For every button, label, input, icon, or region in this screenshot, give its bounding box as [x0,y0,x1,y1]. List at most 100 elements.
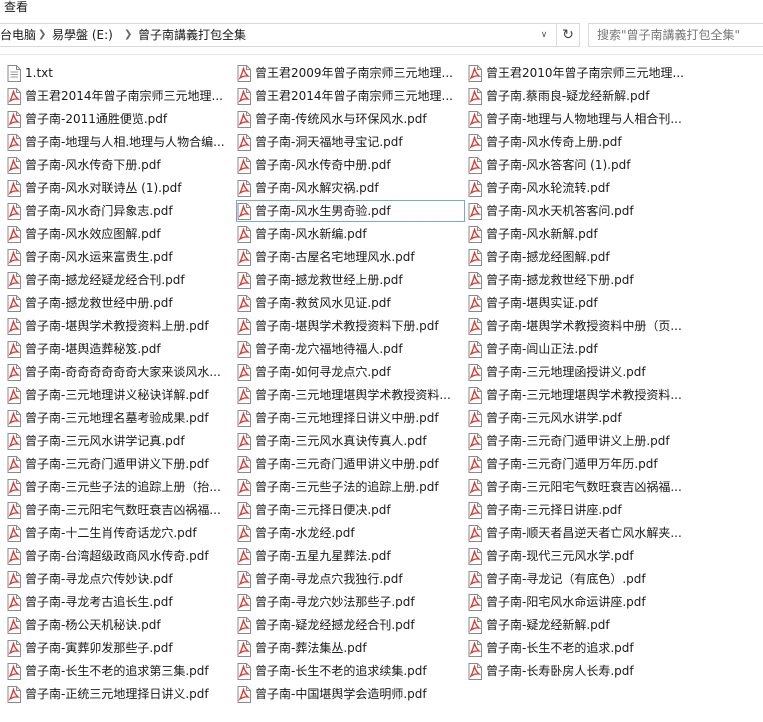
file-item[interactable]: 曾子南-奇奇奇奇奇奇大家来谈风水... [6,361,232,383]
file-item[interactable]: 曾子南-五星九星葬法.pdf [236,545,465,567]
file-item[interactable]: 曾王君2009年曾子南宗师三元地理... [236,62,465,84]
file-item[interactable]: 曾子南-地理与人物地理与人相合刊... [467,108,687,130]
file-item[interactable]: 曾子南-水龙经.pdf [236,522,465,544]
file-item[interactable]: 曾子南-葬法集丛.pdf [236,637,465,659]
file-item[interactable]: 曾子南-救贫风水见证.pdf [236,292,465,314]
file-item[interactable]: 曾子南-长生不老的追求.pdf [467,637,687,659]
file-item[interactable]: 曾子南-风水运来富贵生.pdf [6,246,232,268]
file-item[interactable]: 曾子南-古屋名宅地理风水.pdf [236,246,465,268]
file-item[interactable]: 曾子南-三元奇门遁甲讲义下册.pdf [6,453,232,475]
file-item[interactable]: 曾子南-三元地理择日讲义中册.pdf [236,407,465,429]
file-item[interactable]: 曾子南-风水奇门异象志.pdf [6,200,232,222]
file-item[interactable]: 曾子南-三元阳宅气数旺衰吉凶祸福... [6,499,232,521]
file-item[interactable]: 曾子南-闾山正法.pdf [467,338,687,360]
refresh-button[interactable]: ↻ [556,23,580,47]
file-name: 曾子南-传统风水与环保风水.pdf [255,112,427,126]
file-item[interactable]: 曾子南-寻龙点穴我独行.pdf [236,568,465,590]
chevron-down-icon[interactable]: ∨ [534,24,554,46]
pdf-file-icon [468,180,482,197]
file-item[interactable]: 曾子南-寅葬卯发那些子.pdf [6,637,232,659]
file-item[interactable]: 曾子南-风水新解.pdf [467,223,687,245]
file-item[interactable]: 曾子南-三元奇门遁甲万年历.pdf [467,453,687,475]
file-item[interactable]: 曾子南-堪舆学术教授资料中册（页... [467,315,687,337]
file-item[interactable]: 曾子南-风水轮流转.pdf [467,177,687,199]
file-item[interactable]: 曾子南-撼龙经疑龙经合刊.pdf [6,269,232,291]
file-item[interactable]: 曾子南-风水对联诗丛 (1).pdf [6,177,232,199]
file-item[interactable]: 曾子南-三元阳宅气数旺衰吉凶祸福... [467,476,687,498]
file-item[interactable]: 曾子南-龙穴福地待福人.pdf [236,338,465,360]
breadcrumb-current-folder[interactable]: 曾子南講義打包全集 [138,24,246,46]
file-item[interactable]: 曾子南-正统三元地理择日讲义.pdf [6,683,232,705]
menu-view[interactable]: 查看 [4,0,28,14]
file-item[interactable]: 曾子南-三元些子法的追踪上册（抬... [6,476,232,498]
file-item[interactable]: 曾子南.蔡雨良-疑龙经新解.pdf [467,85,687,107]
file-item[interactable]: 曾子南-风水天机答客问.pdf [467,200,687,222]
breadcrumb-separator-icon[interactable]: ❯ [38,24,46,46]
file-item[interactable]: 曾子南-台湾超级政商风水传奇.pdf [6,545,232,567]
breadcrumb-drive-e[interactable]: 易學盤 (E:) [52,24,113,46]
file-item[interactable]: 曾子南-三元些子法的追踪上册.pdf [236,476,465,498]
file-item[interactable]: 曾子南-寻龙点穴传妙诀.pdf [6,568,232,590]
address-bar[interactable]: 台电脑 ❯ 易學盤 (E:) ❯ 曾子南講義打包全集 ∨ [0,23,557,47]
file-item[interactable]: 曾子南-堪舆学术教授资料下册.pdf [236,315,465,337]
file-item[interactable]: 曾子南-寻龙记（有底色）.pdf [467,568,687,590]
file-item[interactable]: 曾子南-顺天者昌逆天者亡风水解夹... [467,522,687,544]
file-item[interactable]: 曾子南-长寿卧房人长寿.pdf [467,660,687,682]
file-item[interactable]: 曾子南-风水解灾祸.pdf [236,177,465,199]
file-item[interactable]: 1.txt [6,62,232,84]
file-name: 曾子南-堪舆学术教授资料中册（页... [486,319,682,333]
breadcrumb-this-pc[interactable]: 台电脑 [0,24,36,46]
file-item[interactable]: 曾子南-风水新编.pdf [236,223,465,245]
file-item[interactable]: 曾子南-风水传奇下册.pdf [6,154,232,176]
file-item[interactable]: 曾子南-三元择日便决.pdf [236,499,465,521]
file-item[interactable]: 曾子南-十二生肖传奇话龙穴.pdf [6,522,232,544]
file-item[interactable]: 曾子南-堪舆造葬秘笈.pdf [6,338,232,360]
file-item[interactable]: 曾子南-三元风水讲学记真.pdf [6,430,232,452]
file-item[interactable]: 曾子南-如何寻龙点穴.pdf [236,361,465,383]
file-item[interactable]: 曾子南-三元风水真诀传真人.pdf [236,430,465,452]
file-item[interactable]: 曾子南-现代三元风水学.pdf [467,545,687,567]
file-item[interactable]: 曾子南-风水效应图解.pdf [6,223,232,245]
file-item[interactable]: 曾子南-长生不老的追求第三集.pdf [6,660,232,682]
file-item[interactable]: 曾子南-疑龙经撼龙经合刊.pdf [236,614,465,636]
file-item[interactable]: 曾子南-撼龙救世经中册.pdf [6,292,232,314]
breadcrumb-separator-icon[interactable]: ❯ [124,24,132,46]
file-item[interactable]: 曾子南-传统风水与环保风水.pdf [236,108,465,130]
search-input[interactable]: 搜索"曾子南講義打包全集" [588,23,763,47]
file-item[interactable]: 曾子南-杨公天机秘诀.pdf [6,614,232,636]
file-item[interactable]: 曾子南-中国堪舆学会造明师.pdf [236,683,465,705]
file-item[interactable]: 曾子南-三元奇门遁甲讲义上册.pdf [467,430,687,452]
file-item[interactable]: 曾子南-三元地理堪舆学术教授资料... [236,384,465,406]
file-item[interactable]: 曾子南-地理与人相.地理与人物合编... [6,131,232,153]
file-item[interactable]: 曾子南-2011通胜便览.pdf [6,108,232,130]
file-item[interactable]: 曾子南-三元奇门遁甲讲义中册.pdf [236,453,465,475]
file-item[interactable]: 曾子南-风水答客问 (1).pdf [467,154,687,176]
file-item[interactable]: 曾子南-阳宅风水命运讲座.pdf [467,591,687,613]
file-item[interactable]: 曾王君2014年曾子南宗师三元地理... [6,85,232,107]
file-item[interactable]: 曾子南-三元风水讲学.pdf [467,407,687,429]
file-item[interactable]: 曾子南-撼龙救世经下册.pdf [467,269,687,291]
file-item[interactable]: 曾子南-寻龙穴妙法那些子.pdf [236,591,465,613]
file-item[interactable]: 曾子南-撼龙救世经上册.pdf [236,269,465,291]
file-item[interactable]: 曾子南-长生不老的追求续集.pdf [236,660,465,682]
file-name: 曾子南-三元风水真诀传真人.pdf [255,434,427,448]
file-item[interactable]: 曾子南-撼龙经图解.pdf [467,246,687,268]
file-item[interactable]: 曾子南-风水生男奇验.pdf [236,200,465,222]
file-item[interactable]: 曾子南-三元地理堪舆学术教授资料... [467,384,687,406]
file-item[interactable]: 曾子南-疑龙经新解.pdf [467,614,687,636]
file-item[interactable]: 曾子南-三元地理函授讲义.pdf [467,361,687,383]
file-item[interactable]: 曾子南-寻龙考古追长生.pdf [6,591,232,613]
file-name: 曾子南-寻龙记（有底色）.pdf [486,572,646,586]
pdf-file-icon [237,203,251,220]
file-item[interactable]: 曾王君2010年曾子南宗师三元地理... [467,62,687,84]
file-name: 曾子南-寻龙点穴我独行.pdf [255,572,403,586]
file-item[interactable]: 曾子南-堪舆实证.pdf [467,292,687,314]
file-item[interactable]: 曾子南-风水传奇上册.pdf [467,131,687,153]
file-item[interactable]: 曾子南-三元地理讲义秘诀详解.pdf [6,384,232,406]
file-item[interactable]: 曾子南-三元地理名墓考验成果.pdf [6,407,232,429]
file-item[interactable]: 曾子南-风水传奇中册.pdf [236,154,465,176]
file-item[interactable]: 曾子南-三元择日讲座.pdf [467,499,687,521]
file-item[interactable]: 曾子南-堪舆学术教授资料上册.pdf [6,315,232,337]
file-item[interactable]: 曾子南-洞天福地寻宝记.pdf [236,131,465,153]
file-item[interactable]: 曾王君2014年曾子南宗师三元地理... [236,85,465,107]
